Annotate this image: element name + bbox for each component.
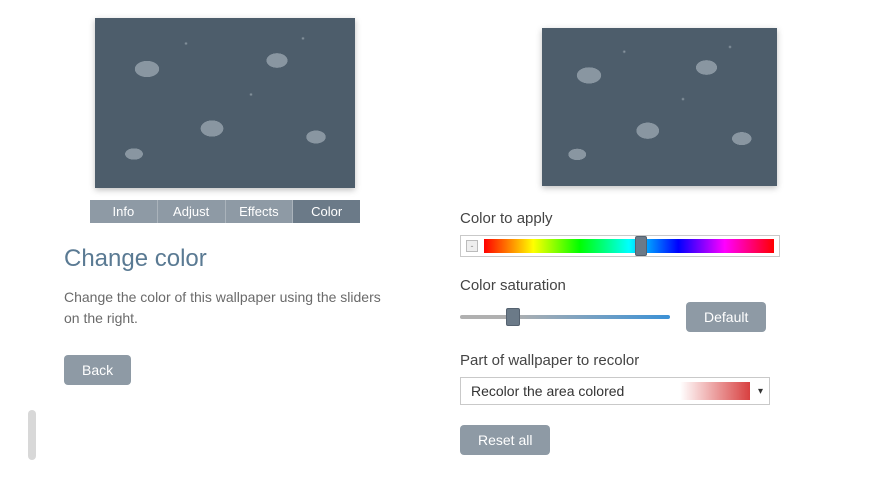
chevron-down-icon: ▾ [758, 386, 763, 397]
panel-title: Change color [64, 245, 386, 273]
saturation-default-button[interactable]: Default [686, 302, 766, 332]
wallpaper-pattern [542, 28, 777, 186]
back-button[interactable]: Back [64, 355, 131, 385]
hue-label: Color to apply [460, 210, 858, 227]
saturation-slider[interactable] [460, 315, 670, 319]
panel: Change color Change the color of this wa… [60, 223, 390, 385]
saturation-label: Color saturation [460, 277, 858, 294]
right-column: Color to apply - Color saturation Defaul… [420, 0, 858, 500]
hue-slider[interactable] [484, 239, 774, 253]
reset-all-button[interactable]: Reset all [460, 425, 550, 455]
hue-field: Color to apply - [460, 210, 858, 257]
tab-info[interactable]: Info [90, 200, 158, 223]
tab-bar: Info Adjust Effects Color [90, 200, 360, 223]
no-color-icon[interactable]: - [466, 240, 478, 252]
wallpaper-preview-original [95, 18, 355, 188]
saturation-slider-thumb[interactable] [506, 308, 520, 326]
saturation-field: Color saturation Default [460, 277, 858, 332]
left-column: Info Adjust Effects Color Change color C… [60, 0, 420, 500]
main-content: Info Adjust Effects Color Change color C… [0, 0, 888, 500]
wallpaper-pattern [95, 18, 355, 188]
recolor-swatch [680, 382, 750, 400]
scrollbar-thumb[interactable] [28, 410, 36, 460]
tab-adjust[interactable]: Adjust [158, 200, 226, 223]
recolor-label: Part of wallpaper to recolor [460, 352, 858, 369]
recolor-select[interactable]: Recolor the area colored ▾ [460, 377, 770, 405]
hue-slider-thumb[interactable] [635, 236, 647, 256]
wallpaper-preview-recolored [542, 28, 777, 186]
panel-description: Change the color of this wallpaper using… [64, 287, 386, 329]
hue-slider-container: - [460, 235, 780, 257]
recolor-selected-text: Recolor the area colored [471, 383, 624, 399]
recolor-field: Part of wallpaper to recolor Recolor the… [460, 352, 858, 405]
tab-effects[interactable]: Effects [226, 200, 294, 223]
tab-color[interactable]: Color [293, 200, 360, 223]
